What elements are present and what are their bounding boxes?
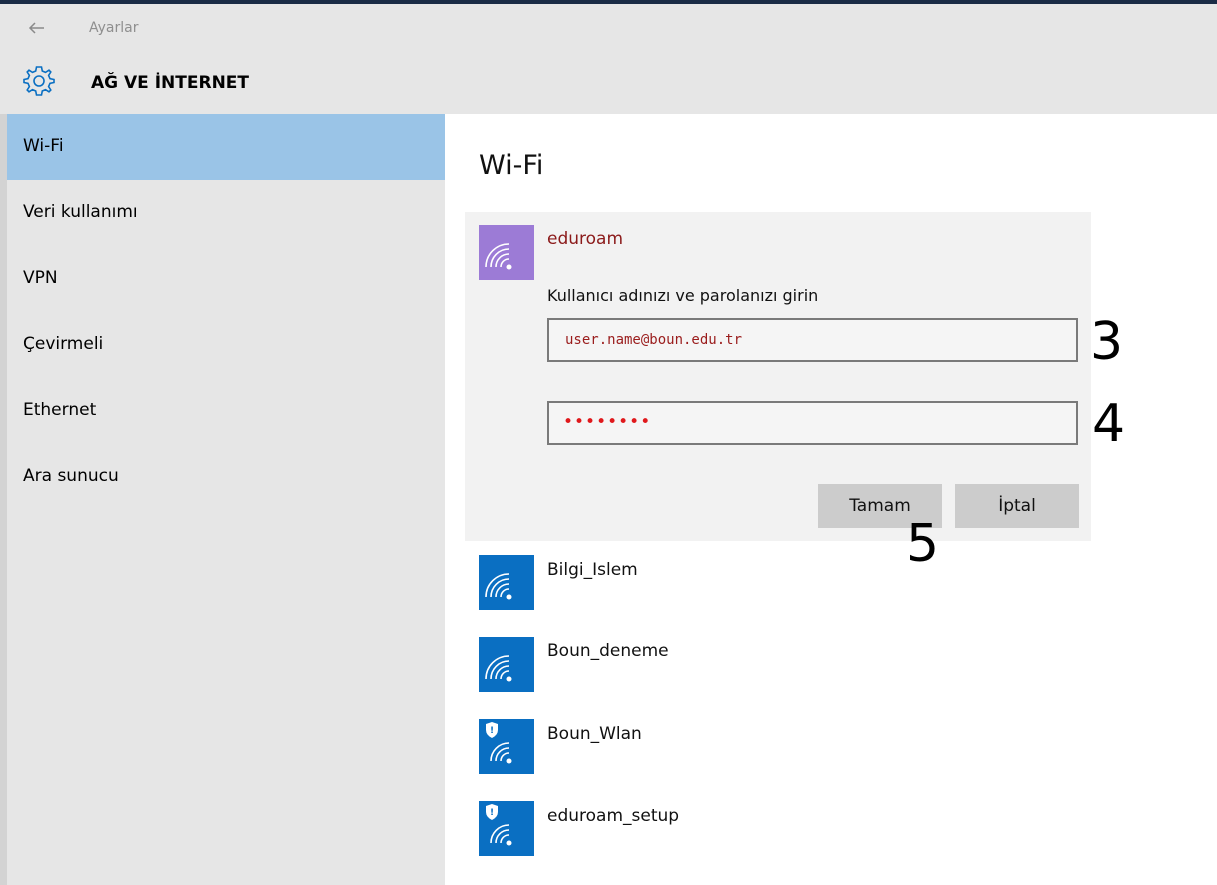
sidebar: Wi-Fi Veri kullanımı VPN Çevirmeli Ether… xyxy=(0,114,445,885)
sidebar-item-data-usage[interactable]: Veri kullanımı xyxy=(7,180,445,246)
sidebar-item-wifi[interactable]: Wi-Fi xyxy=(7,114,445,180)
password-field[interactable]: •••••••• xyxy=(547,401,1078,445)
section-title: AĞ VE İNTERNET xyxy=(91,73,250,93)
wifi-signal-icon xyxy=(479,225,534,280)
credentials-prompt: Kullanıcı adınızı ve parolanızı girin xyxy=(547,286,819,305)
step-annotation-5: 5 xyxy=(906,514,940,574)
sidebar-item-label: Ara sunucu xyxy=(23,466,119,486)
sidebar-item-label: Veri kullanımı xyxy=(23,202,138,222)
sidebar-item-vpn[interactable]: VPN xyxy=(7,246,445,312)
secured-wifi-icon: ! xyxy=(479,801,534,856)
wifi-signal-icon xyxy=(479,637,534,692)
sidebar-item-dialup[interactable]: Çevirmeli xyxy=(7,312,445,378)
back-arrow-icon xyxy=(28,22,44,34)
step-annotation-3: 3 xyxy=(1090,312,1124,372)
sidebar-item-proxy[interactable]: Ara sunucu xyxy=(7,444,445,510)
sidebar-item-label: VPN xyxy=(23,268,58,288)
wifi-signal-icon xyxy=(479,555,534,610)
network-name: Bilgi_Islem xyxy=(547,560,638,580)
username-value: user.name@boun.edu.tr xyxy=(565,332,743,348)
step-annotation-4: 4 xyxy=(1092,394,1126,454)
secured-wifi-icon: ! xyxy=(479,719,534,774)
selected-network-name: eduroam xyxy=(547,229,624,249)
sidebar-item-label: Çevirmeli xyxy=(23,334,104,354)
network-name: Boun_Wlan xyxy=(547,724,642,744)
network-name: Boun_deneme xyxy=(547,641,669,661)
page-title: Wi-Fi xyxy=(479,150,544,181)
cancel-button[interactable]: İptal xyxy=(955,484,1079,528)
sidebar-item-label: Ethernet xyxy=(23,400,97,420)
gear-icon xyxy=(22,64,56,98)
password-mask: •••••••• xyxy=(563,412,652,432)
username-field[interactable]: user.name@boun.edu.tr xyxy=(547,318,1078,362)
app-title: Ayarlar xyxy=(89,20,139,36)
network-name: eduroam_setup xyxy=(547,806,680,826)
sidebar-item-ethernet[interactable]: Ethernet xyxy=(7,378,445,444)
svg-text:!: ! xyxy=(490,726,494,736)
sidebar-item-label: Wi-Fi xyxy=(23,136,64,156)
back-button[interactable] xyxy=(22,14,54,42)
svg-text:!: ! xyxy=(490,808,494,818)
header-bar: Ayarlar AĞ VE İNTERNET xyxy=(0,4,1217,114)
